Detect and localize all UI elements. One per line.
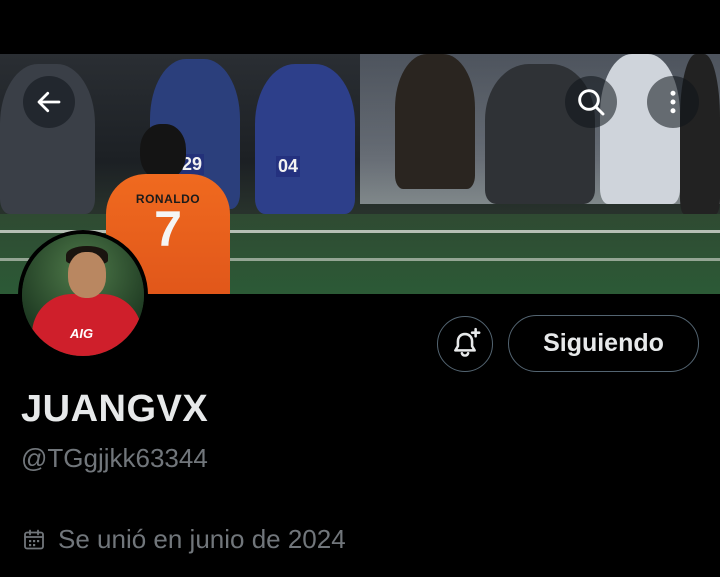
status-bar [0, 0, 720, 54]
jersey-number: 7 [154, 201, 182, 257]
user-handle: @TGgjjkk63344 [21, 443, 208, 473]
search-button[interactable] [565, 76, 617, 128]
back-button[interactable] [23, 76, 75, 128]
photographer [395, 54, 475, 189]
arrow-left-icon [37, 91, 61, 113]
more-options-button[interactable] [647, 76, 699, 128]
notifications-button[interactable] [437, 316, 493, 372]
avatar-face [68, 252, 106, 298]
join-date-text: Se unió en junio de 2024 [58, 524, 346, 554]
calendar-icon [24, 529, 44, 549]
bell-plus-icon [454, 327, 481, 357]
avatar-shirt-text: AIG [70, 326, 94, 341]
search-icon [578, 89, 605, 116]
join-date: Se unió en junio de 2024 [22, 524, 346, 555]
following-button[interactable]: Siguiendo [508, 315, 699, 372]
photographer [680, 54, 720, 214]
more-vertical-icon [670, 90, 676, 114]
photographer [255, 64, 355, 214]
bib-number: 04 [276, 156, 301, 177]
display-name: JUANGVX [21, 388, 209, 430]
player-head [140, 124, 186, 180]
profile-avatar[interactable]: AIG [18, 230, 148, 360]
